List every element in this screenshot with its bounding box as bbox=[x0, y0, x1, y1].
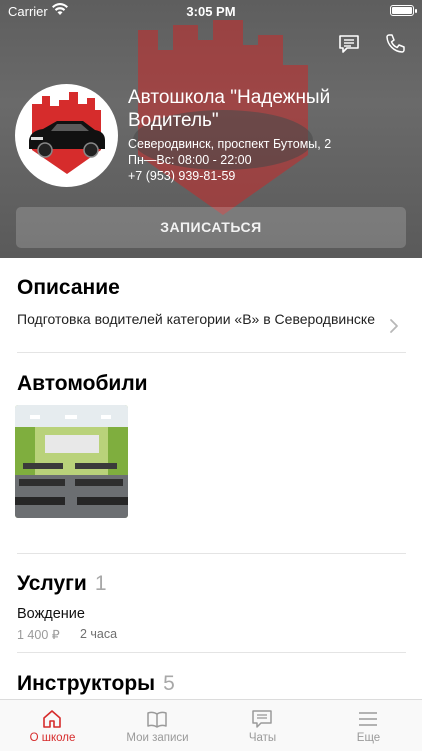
clock: 3:05 PM bbox=[186, 4, 236, 19]
instructors-title: Инструкторы 5 bbox=[17, 672, 175, 696]
service-name[interactable]: Вождение bbox=[17, 606, 85, 622]
tab-my-records[interactable]: Мои записи bbox=[105, 700, 210, 751]
school-logo-image bbox=[29, 92, 105, 174]
school-hours: Пн—Вс: 08:00 - 22:00 bbox=[128, 153, 252, 167]
message-icon[interactable] bbox=[337, 32, 361, 56]
description-title: Описание bbox=[17, 276, 120, 299]
status-bar: Carrier 3:05 PM bbox=[0, 0, 422, 22]
enroll-button[interactable]: ЗАПИСАТЬСЯ bbox=[16, 207, 406, 248]
divider bbox=[17, 553, 406, 554]
services-title-text: Услуги bbox=[17, 572, 87, 595]
school-address: Северодвинск, проспект Бутомы, 2 bbox=[128, 137, 332, 151]
car-photo[interactable] bbox=[15, 405, 128, 518]
book-icon bbox=[147, 711, 167, 728]
tab-label: Мои записи bbox=[126, 732, 189, 744]
description-text[interactable]: Подготовка водителей категории «В» в Сев… bbox=[17, 310, 377, 328]
cars-title: Автомобили bbox=[17, 372, 148, 395]
instructors-title-text: Инструкторы bbox=[17, 672, 156, 695]
tab-label: Чаты bbox=[248, 732, 277, 744]
instructors-count: 5 bbox=[163, 672, 175, 695]
school-header: Carrier 3:05 PM Автошкола "Надежный Води… bbox=[0, 0, 422, 258]
phone-icon[interactable] bbox=[383, 32, 407, 56]
tab-label: Еще bbox=[356, 732, 381, 744]
service-duration: 2 часа bbox=[80, 627, 118, 641]
chevron-right-icon[interactable] bbox=[389, 318, 399, 334]
chat-icon bbox=[252, 710, 272, 728]
service-price: 1 400 ₽ bbox=[17, 628, 60, 642]
school-name: Автошкола "Надежный Водитель" bbox=[128, 87, 331, 131]
tab-label: О школе bbox=[29, 732, 76, 744]
tab-bar: О школе Мои записи Чаты Еще bbox=[0, 699, 422, 751]
tab-about-school[interactable]: О школе bbox=[0, 700, 105, 751]
classroom-photo bbox=[15, 405, 128, 518]
services-count: 1 bbox=[94, 572, 107, 595]
battery-icon bbox=[390, 5, 417, 16]
divider bbox=[17, 352, 406, 353]
tab-chats[interactable]: Чаты bbox=[210, 700, 315, 751]
home-icon bbox=[43, 710, 61, 728]
menu-icon bbox=[359, 712, 377, 726]
tab-more[interactable]: Еще bbox=[316, 700, 421, 751]
school-phone[interactable]: +7 (953) 939-81-59 bbox=[128, 169, 235, 183]
school-logo bbox=[15, 84, 118, 187]
services-title: Услуги 1 bbox=[17, 572, 107, 596]
divider bbox=[17, 652, 406, 653]
